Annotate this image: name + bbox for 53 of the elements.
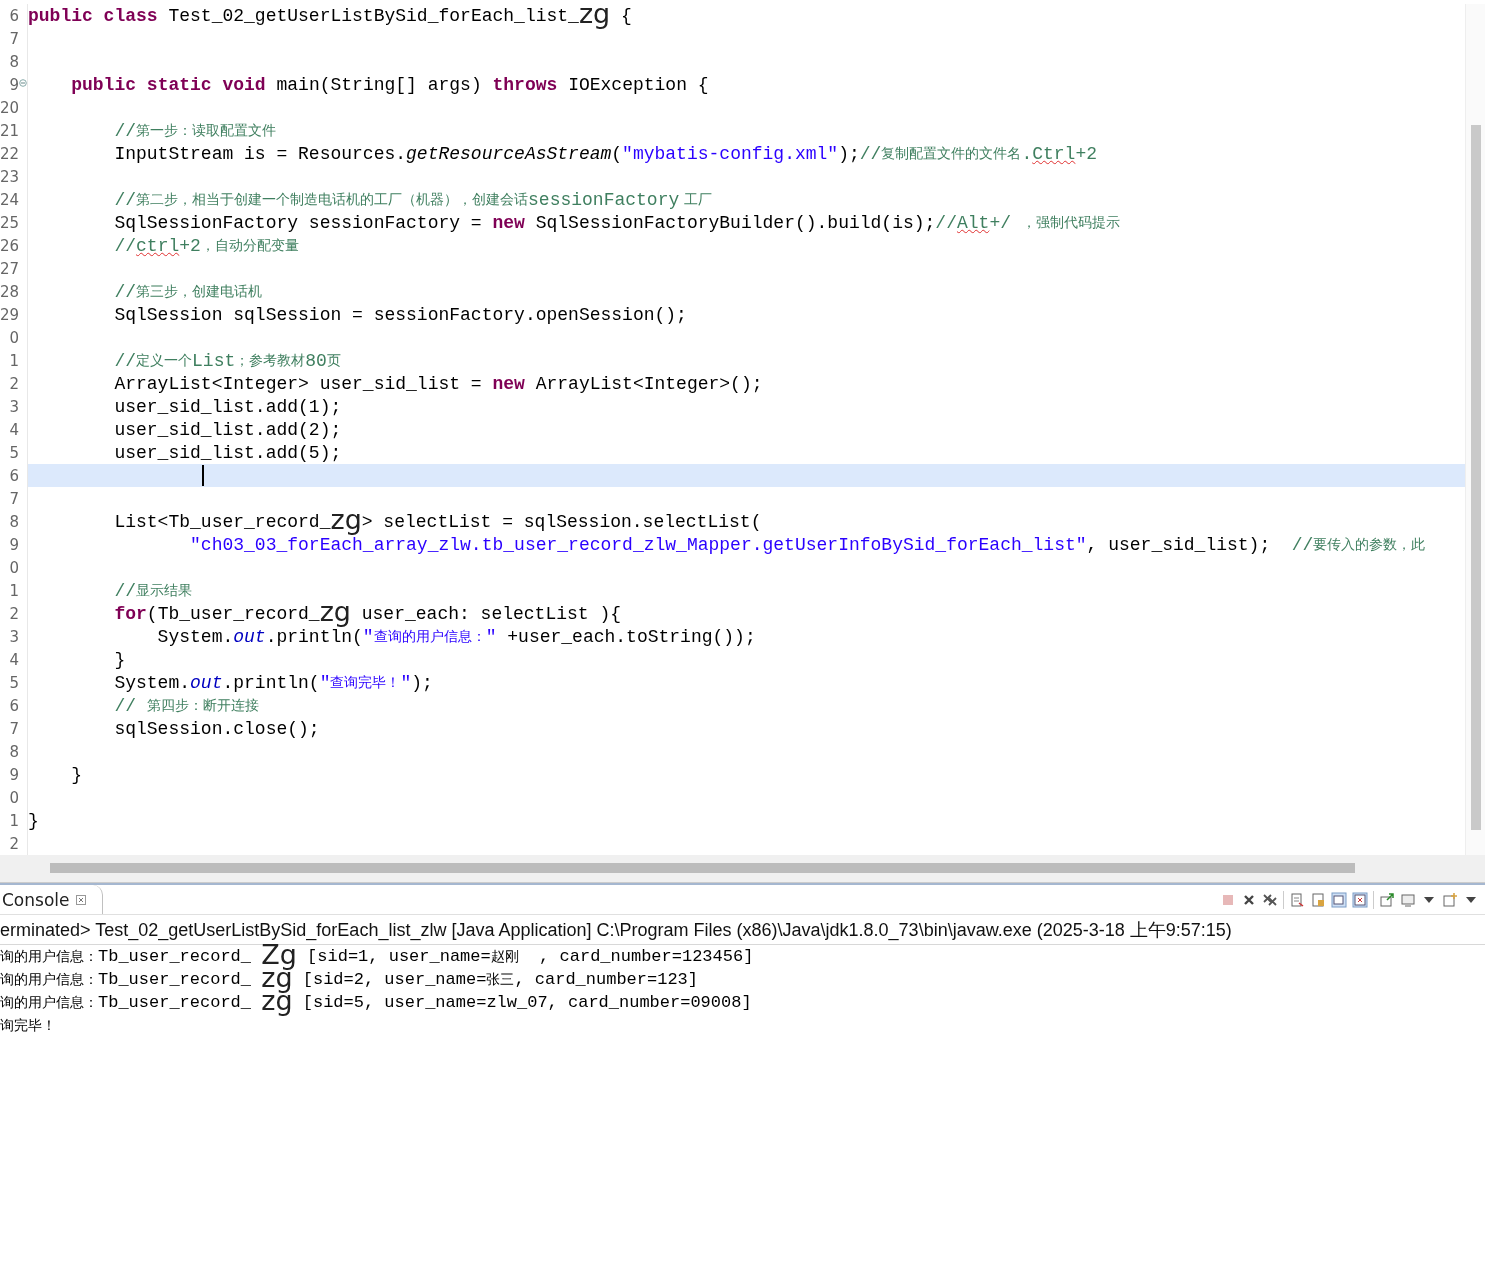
line-number: 3 (9, 627, 19, 646)
line-number: 25 (0, 213, 19, 232)
vertical-scrollbar[interactable] (1465, 4, 1485, 855)
console-header: erminated> Test_02_getUserListBySid_forEach_list_zlw [Java Application] C:\Program Files (x86)\Java\jdk1.8.0_73\bin\javaw.exe (2025-3-18 上午9:57:15) (0, 918, 1232, 942)
line-number: 1 (9, 581, 19, 600)
line-number: 9 (9, 535, 19, 554)
line-number: 4 (9, 650, 19, 669)
line-number: 27 (0, 259, 19, 278)
line-number: 2 (9, 834, 19, 853)
line-number: 21 (0, 121, 19, 140)
line-number: 22 (0, 144, 19, 163)
scrollbar-thumb[interactable] (50, 863, 1355, 873)
console-output-line: 询的用户信息：Tb_user_record_ Zg [sid=1, user_name=赵刚 , card_number=123456] (0, 945, 754, 968)
line-number: 3 (9, 397, 19, 416)
line-number: 23 (0, 167, 19, 186)
console-output-line: 询完毕！ (0, 1015, 57, 1035)
line-number: 0 (9, 328, 19, 347)
line-number: 29 (0, 305, 19, 324)
monitor-icon[interactable] (1400, 891, 1416, 908)
line-number: 1 (9, 811, 19, 830)
fold-icon[interactable] (19, 79, 27, 87)
line-number: 6 (9, 696, 19, 715)
close-all-icon[interactable] (1262, 891, 1278, 908)
scrollbar-thumb[interactable] (1471, 125, 1481, 830)
line-number: 24 (0, 190, 19, 209)
text-cursor (202, 465, 204, 486)
line-number: 1 (9, 351, 19, 370)
line-number: 5 (9, 443, 19, 462)
line-number: 7 (9, 489, 19, 508)
line-number: 20 (0, 98, 19, 117)
line-number: 6 (9, 466, 19, 485)
line-number: 26 (0, 236, 19, 255)
line-number: 0 (9, 558, 19, 577)
line-number: 9 (9, 765, 19, 784)
line-number: 2 (9, 604, 19, 623)
console-output-line: 询的用户信息：Tb_user_record_ zg [sid=5, user_name=zlw_07, card_number=09008] (0, 991, 753, 1014)
line-number: 8 (9, 52, 19, 71)
line-number: 28 (0, 282, 19, 301)
line-number: 9 (9, 75, 19, 94)
line-number: 5 (9, 673, 19, 692)
line-number: 4 (9, 420, 19, 439)
line-number: 7 (9, 719, 19, 738)
console-tab[interactable]: Console (0, 885, 103, 914)
line-number: 0 (9, 788, 19, 807)
close-icon[interactable] (75, 894, 86, 905)
horizontal-scrollbar[interactable] (0, 855, 1485, 883)
line-number: 8 (9, 512, 19, 531)
document-icon[interactable] (1289, 891, 1305, 908)
line-number: 7 (9, 29, 19, 48)
line-number: 8 (9, 742, 19, 761)
line-number: 6 (9, 6, 19, 25)
line-number: 2 (9, 374, 19, 393)
console-output-line: 询的用户信息：Tb_user_record_ zg [sid=2, user_name=张三, card_number=123] (0, 968, 699, 991)
